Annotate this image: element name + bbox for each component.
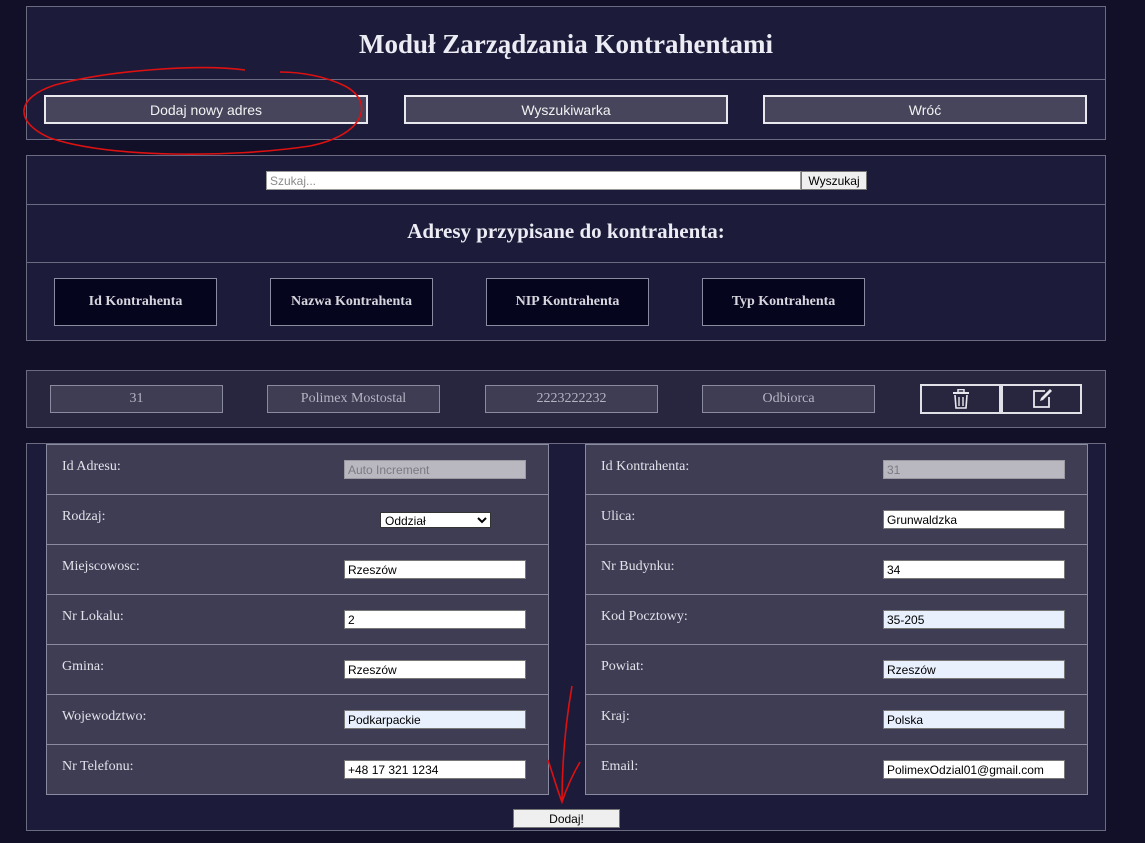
county-field[interactable] bbox=[883, 660, 1065, 679]
form-row-type: Rodzaj: Oddział bbox=[46, 494, 549, 545]
table-row: 31 Polimex Mostostal 2223222232 Odbiorca bbox=[26, 370, 1106, 428]
add-address-button[interactable]: Dodaj nowy adres bbox=[44, 95, 368, 124]
search-panel: Wyszukaj bbox=[26, 155, 1106, 205]
form-row-contractor-id: Id Kontrahenta: bbox=[585, 444, 1088, 495]
form-row-voivodeship: Wojewodztwo: bbox=[46, 694, 549, 745]
phone-field[interactable] bbox=[344, 760, 526, 779]
section-heading-panel: Adresy przypisane do kontrahenta: bbox=[26, 204, 1106, 263]
nav-panel: Dodaj nowy adres Wyszukiwarka Wróć bbox=[26, 79, 1106, 140]
submit-button[interactable]: Dodaj! bbox=[513, 809, 620, 828]
type-select[interactable]: Oddział bbox=[380, 512, 491, 528]
column-header-nip: NIP Kontrahenta bbox=[486, 278, 649, 326]
address-id-field bbox=[344, 460, 526, 479]
commune-label: Gmina: bbox=[62, 659, 104, 674]
apartment-label: Nr Lokalu: bbox=[62, 609, 124, 624]
form-row-address-id: Id Adresu: bbox=[46, 444, 549, 495]
building-label: Nr Budynku: bbox=[601, 559, 675, 574]
commune-field[interactable] bbox=[344, 660, 526, 679]
postal-code-field[interactable] bbox=[883, 610, 1065, 629]
contractor-id-label: Id Kontrahenta: bbox=[601, 459, 690, 474]
form-row-city: Miejscowosc: bbox=[46, 544, 549, 595]
contractor-id-field bbox=[883, 460, 1065, 479]
form-row-commune: Gmina: bbox=[46, 644, 549, 695]
city-field[interactable] bbox=[344, 560, 526, 579]
section-title: Adresy przypisane do kontrahenta: bbox=[407, 219, 725, 243]
cell-nip: 2223222232 bbox=[485, 385, 658, 413]
type-label: Rodzaj: bbox=[62, 509, 106, 524]
address-form: Id Adresu: Rodzaj: Oddział Miejscowosc: … bbox=[26, 443, 1106, 831]
country-field[interactable] bbox=[883, 710, 1065, 729]
form-row-building: Nr Budynku: bbox=[585, 544, 1088, 595]
voivodeship-field[interactable] bbox=[344, 710, 526, 729]
edit-button[interactable] bbox=[1001, 384, 1082, 414]
search-button[interactable]: Wyszukaj bbox=[801, 171, 867, 190]
form-row-street: Ulica: bbox=[585, 494, 1088, 545]
trash-icon bbox=[952, 389, 969, 409]
phone-label: Nr Telefonu: bbox=[62, 759, 134, 774]
apartment-field[interactable] bbox=[344, 610, 526, 629]
search-input[interactable] bbox=[266, 171, 801, 190]
delete-button[interactable] bbox=[920, 384, 1001, 414]
country-label: Kraj: bbox=[601, 709, 630, 724]
building-field[interactable] bbox=[883, 560, 1065, 579]
address-id-label: Id Adresu: bbox=[62, 459, 121, 474]
form-row-apartment: Nr Lokalu: bbox=[46, 594, 549, 645]
postal-code-label: Kod Pocztowy: bbox=[601, 609, 688, 624]
city-label: Miejscowosc: bbox=[62, 559, 140, 574]
form-row-postal-code: Kod Pocztowy: bbox=[585, 594, 1088, 645]
email-label: Email: bbox=[601, 759, 639, 774]
street-label: Ulica: bbox=[601, 509, 636, 524]
page-title: Moduł Zarządzania Kontrahentami bbox=[358, 29, 773, 59]
voivodeship-label: Wojewodztwo: bbox=[62, 709, 147, 724]
search-tool-button[interactable]: Wyszukiwarka bbox=[404, 95, 728, 124]
form-row-email: Email: bbox=[585, 744, 1088, 795]
street-field[interactable] bbox=[883, 510, 1065, 529]
cell-id: 31 bbox=[50, 385, 223, 413]
form-row-phone: Nr Telefonu: bbox=[46, 744, 549, 795]
column-header-id: Id Kontrahenta bbox=[54, 278, 217, 326]
column-header-type: Typ Kontrahenta bbox=[702, 278, 865, 326]
form-row-county: Powiat: bbox=[585, 644, 1088, 695]
edit-icon bbox=[1032, 389, 1052, 408]
email-field[interactable] bbox=[883, 760, 1065, 779]
cell-name: Polimex Mostostal bbox=[267, 385, 440, 413]
column-headers-panel: Id Kontrahenta Nazwa Kontrahenta NIP Kon… bbox=[26, 262, 1106, 341]
back-button[interactable]: Wróć bbox=[763, 95, 1087, 124]
column-header-name: Nazwa Kontrahenta bbox=[270, 278, 433, 326]
county-label: Powiat: bbox=[601, 659, 644, 674]
form-row-country: Kraj: bbox=[585, 694, 1088, 745]
cell-type: Odbiorca bbox=[702, 385, 875, 413]
title-panel: Moduł Zarządzania Kontrahentami bbox=[26, 6, 1106, 80]
